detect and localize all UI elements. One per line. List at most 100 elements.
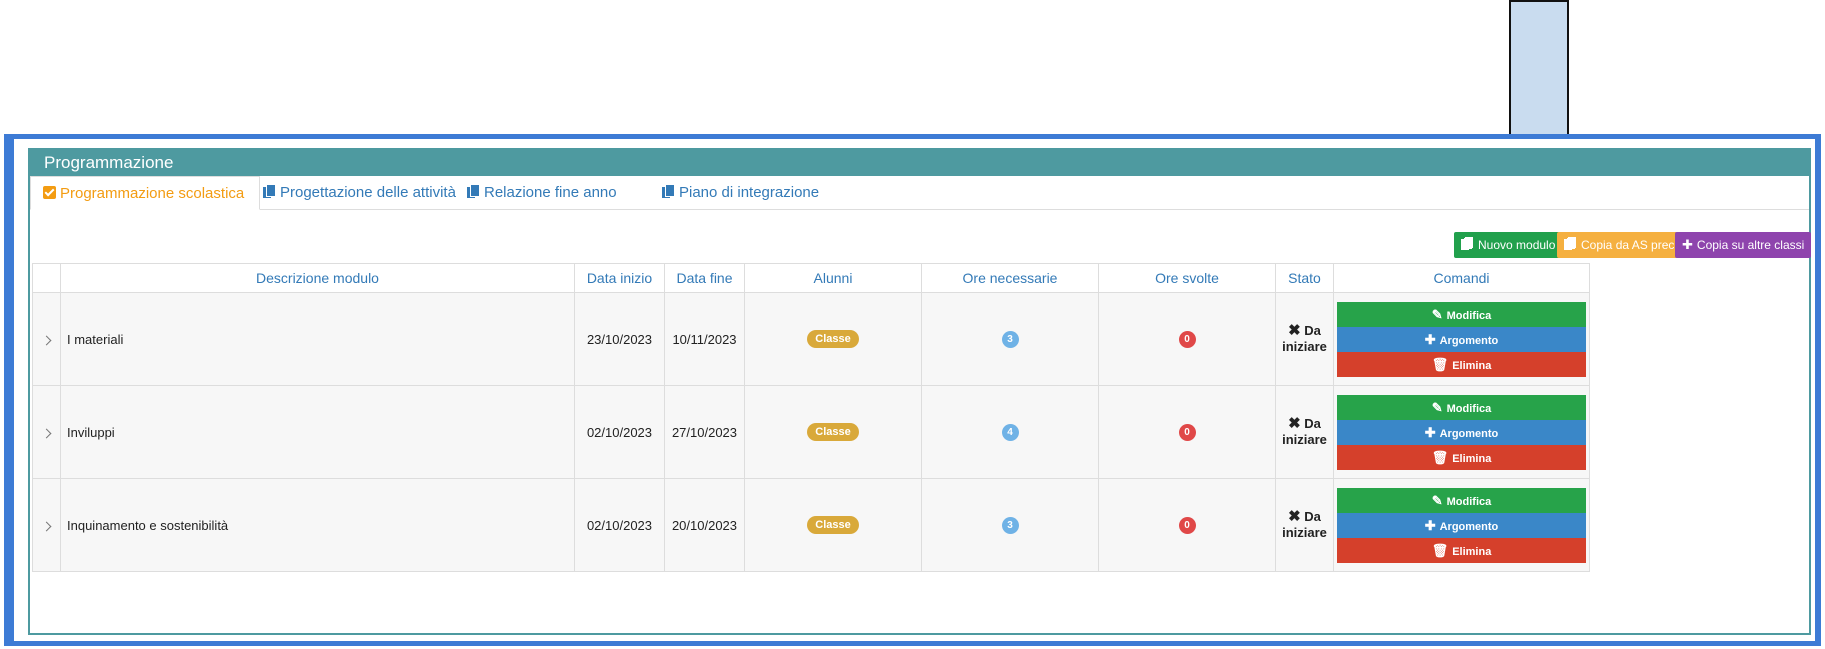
trash-icon: 🗑 xyxy=(1431,449,1449,465)
button-label: Copia su altre classi xyxy=(1696,238,1805,252)
modules-table: Descrizione modulo Data inizio Data fine… xyxy=(32,263,1590,572)
button-label: Argomento xyxy=(1439,520,1499,533)
tab-relazione-fine-anno[interactable]: Relazione fine anno xyxy=(467,176,617,209)
tab-label: Piano di integrazione xyxy=(679,184,820,201)
status-text: iniziare xyxy=(1282,339,1327,354)
delete-button[interactable]: 🗑 Elimina xyxy=(1337,351,1586,377)
chevron-right-icon xyxy=(41,335,52,345)
start-date: 23/10/2023 xyxy=(574,292,665,386)
hours-needed-cell: 3 xyxy=(921,478,1099,572)
col-description[interactable]: Descrizione modulo xyxy=(60,263,575,293)
copy-icon xyxy=(467,185,480,198)
x-icon: ✖ xyxy=(1288,508,1301,525)
toolbar: Nuovo modulo Copia da AS prec ✚ Copia su … xyxy=(1447,232,1812,258)
col-hours-needed[interactable]: Ore necessarie xyxy=(921,263,1099,293)
hours-needed-cell: 4 xyxy=(921,385,1099,479)
hours-done-badge: 0 xyxy=(1178,517,1196,534)
tab-progettazione-attivita[interactable]: Progettazione delle attività xyxy=(263,176,456,209)
hours-done-badge: 0 xyxy=(1178,331,1196,348)
add-topic-button[interactable]: ✚ Argomento xyxy=(1337,326,1586,352)
hours-done-cell: 0 xyxy=(1098,385,1276,479)
add-topic-button[interactable]: ✚ Argomento xyxy=(1337,512,1586,538)
tab-label: Programmazione scolastica xyxy=(60,185,245,202)
button-label: Argomento xyxy=(1439,334,1499,347)
col-start-date[interactable]: Data inizio xyxy=(574,263,665,293)
chevron-right-icon xyxy=(41,428,52,438)
start-date: 02/10/2023 xyxy=(574,478,665,572)
plus-icon: ✚ xyxy=(1682,237,1693,252)
table-header-row: Descrizione modulo Data inizio Data fine… xyxy=(32,263,1590,293)
hours-needed-cell: 3 xyxy=(921,292,1099,386)
delete-button[interactable]: 🗑 Elimina xyxy=(1337,444,1586,470)
edit-icon: ✎ xyxy=(1431,306,1443,322)
chevron-right-icon xyxy=(41,521,52,531)
copy-icon xyxy=(1564,237,1577,250)
col-expand xyxy=(32,263,61,293)
hours-done-cell: 0 xyxy=(1098,292,1276,386)
students-badge: Classe xyxy=(807,330,859,348)
tab-label: Progettazione delle attività xyxy=(280,184,456,201)
new-module-button[interactable]: Nuovo modulo xyxy=(1454,232,1563,258)
button-label: Argomento xyxy=(1439,427,1499,440)
module-description: Inviluppi xyxy=(60,385,575,479)
plus-icon: ✚ xyxy=(1424,331,1436,347)
expand-row-toggle[interactable] xyxy=(32,292,61,386)
plus-icon: ✚ xyxy=(1424,424,1436,440)
status-text: Da xyxy=(1304,509,1321,524)
students-cell: Classe xyxy=(744,385,922,479)
table-row: Inviluppi 02/10/2023 27/10/2023 Classe 4… xyxy=(32,385,1590,479)
highlight-frame: Programmazione Programmazione scolastica… xyxy=(4,134,1821,646)
button-label: Copia da AS prec xyxy=(1581,238,1675,252)
plus-icon: ✚ xyxy=(1424,517,1436,533)
status-text: iniziare xyxy=(1282,432,1327,447)
delete-button[interactable]: 🗑 Elimina xyxy=(1337,537,1586,563)
students-badge: Classe xyxy=(807,423,859,441)
edit-button[interactable]: ✎ Modifica xyxy=(1337,301,1586,327)
commands-cell: ✎ Modifica ✚ Argomento 🗑 Elimina xyxy=(1333,385,1590,479)
copy-icon xyxy=(662,185,675,198)
clipboard-check-icon xyxy=(43,186,56,199)
copy-icon xyxy=(263,185,276,198)
frame-inner: Programmazione Programmazione scolastica… xyxy=(14,139,1815,641)
edit-button[interactable]: ✎ Modifica xyxy=(1337,487,1586,513)
expand-row-toggle[interactable] xyxy=(32,385,61,479)
end-date: 10/11/2023 xyxy=(664,292,745,386)
status-cell: ✖ Da iniziare xyxy=(1275,292,1334,386)
copy-from-prev-year-button[interactable]: Copia da AS prec xyxy=(1557,232,1682,258)
status-text: iniziare xyxy=(1282,525,1327,540)
status-cell: ✖ Da iniziare xyxy=(1275,478,1334,572)
hours-done-badge: 0 xyxy=(1178,424,1196,441)
trash-icon: 🗑 xyxy=(1431,356,1449,372)
edit-icon: ✎ xyxy=(1431,492,1443,508)
tab-programmazione-scolastica[interactable]: Programmazione scolastica xyxy=(30,176,261,210)
end-date: 27/10/2023 xyxy=(664,385,745,479)
commands-cell: ✎ Modifica ✚ Argomento 🗑 Elimina xyxy=(1333,292,1590,386)
col-end-date[interactable]: Data fine xyxy=(664,263,745,293)
button-label: Nuovo modulo xyxy=(1478,238,1556,252)
end-date: 20/10/2023 xyxy=(664,478,745,572)
module-description: Inquinamento e sostenibilità xyxy=(60,478,575,572)
col-commands: Comandi xyxy=(1333,263,1590,293)
status-cell: ✖ Da iniziare xyxy=(1275,385,1334,479)
x-icon: ✖ xyxy=(1288,415,1301,432)
col-students[interactable]: Alunni xyxy=(744,263,922,293)
edit-button[interactable]: ✎ Modifica xyxy=(1337,394,1586,420)
col-status[interactable]: Stato xyxy=(1275,263,1334,293)
start-date: 02/10/2023 xyxy=(574,385,665,479)
col-hours-done[interactable]: Ore svolte xyxy=(1098,263,1276,293)
students-cell: Classe xyxy=(744,292,922,386)
button-label: Modifica xyxy=(1446,402,1492,415)
hours-needed-badge: 3 xyxy=(1001,517,1019,534)
add-topic-button[interactable]: ✚ Argomento xyxy=(1337,419,1586,445)
tab-piano-integrazione[interactable]: Piano di integrazione xyxy=(662,176,819,209)
tab-bar: Programmazione scolastica Progettazione … xyxy=(30,176,1809,210)
module-description: I materiali xyxy=(60,292,575,386)
status-text: Da xyxy=(1304,323,1321,338)
table-row: I materiali 23/10/2023 10/11/2023 Classe… xyxy=(32,292,1590,386)
button-label: Elimina xyxy=(1452,452,1492,465)
tab-label: Relazione fine anno xyxy=(484,184,617,201)
students-badge: Classe xyxy=(807,516,859,534)
copy-to-other-classes-button[interactable]: ✚ Copia su altre classi xyxy=(1675,232,1812,258)
table-row: Inquinamento e sostenibilità 02/10/2023 … xyxy=(32,478,1590,572)
expand-row-toggle[interactable] xyxy=(32,478,61,572)
